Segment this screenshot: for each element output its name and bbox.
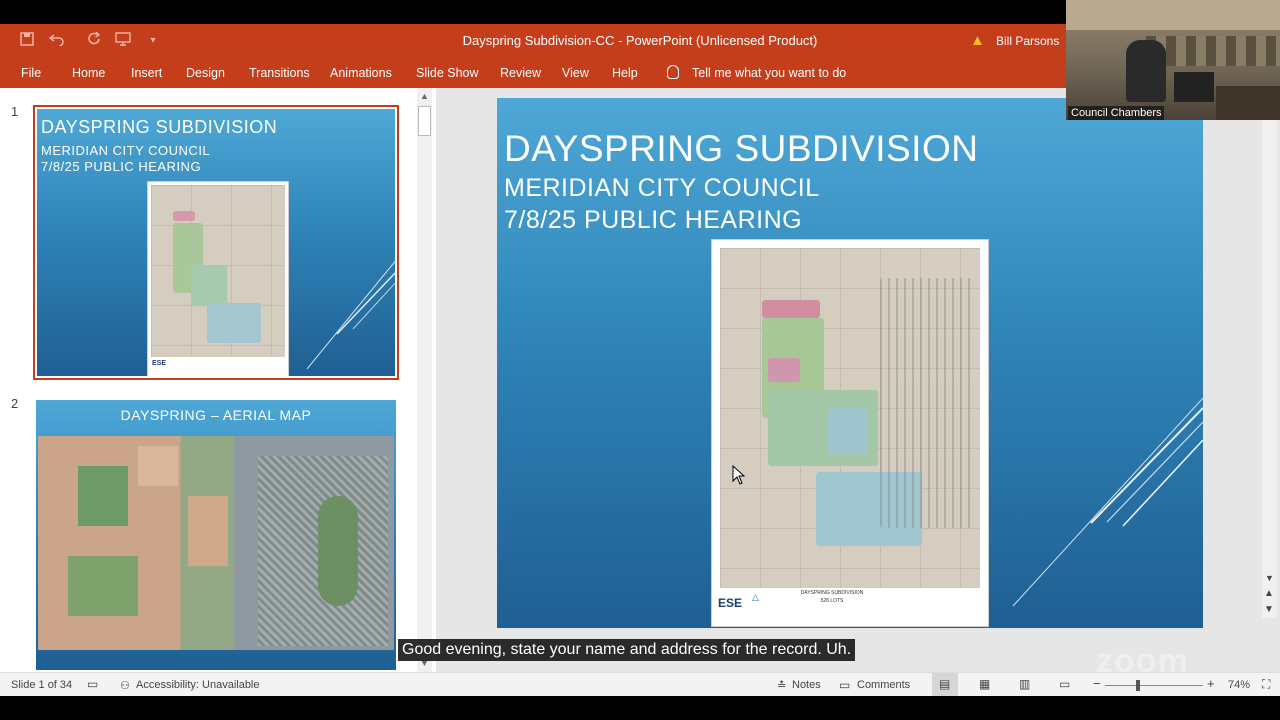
notes-button[interactable]: Notes xyxy=(792,679,821,691)
ribbon-tabs: File Home Insert Design Transitions Anim… xyxy=(0,58,1066,88)
aerial-map-image xyxy=(38,436,394,650)
scroll-up-icon[interactable]: ▲ xyxy=(420,91,429,101)
tab-home[interactable]: Home xyxy=(72,66,105,80)
thumbnail-title: DAYSPRING SUBDIVISION xyxy=(41,117,278,137)
decorative-lines xyxy=(306,260,395,369)
plan-lots: 528 LOTS xyxy=(820,598,844,604)
undo-icon[interactable] xyxy=(48,32,66,50)
notes-icon[interactable]: ≛ xyxy=(777,679,786,692)
slide-subtitle[interactable]: MERIDIAN CITY COUNCIL xyxy=(504,174,820,203)
comments-icon[interactable]: ▭ xyxy=(839,678,850,692)
site-plan-image: ESE xyxy=(147,181,289,376)
tab-view[interactable]: View xyxy=(562,66,589,80)
thumbnail-slide: DAYSPRING SUBDIVISION MERIDIAN CITY COUN… xyxy=(37,109,395,376)
zoom-slider-thumb[interactable] xyxy=(1136,680,1140,691)
tell-me-search[interactable]: Tell me what you want to do xyxy=(692,66,846,80)
slide-editor: DAYSPRING SUBDIVISION MERIDIAN CITY COUN… xyxy=(436,88,1280,672)
warning-icon[interactable]: ▲ xyxy=(970,32,985,49)
tab-insert[interactable]: Insert xyxy=(131,66,162,80)
accessibility-status[interactable]: Accessibility: Unavailable xyxy=(136,679,260,691)
customize-toolbar-icon[interactable]: ▾ xyxy=(144,32,162,50)
scrollbar-thumb[interactable] xyxy=(418,106,431,136)
zoom-in-button[interactable]: + xyxy=(1207,676,1215,691)
lightbulb-icon xyxy=(667,65,679,79)
live-caption: Good evening, state your name and addres… xyxy=(398,639,856,661)
plan-heading: DAYSPRING SUBDIVISION xyxy=(800,590,864,596)
video-label: Council Chambers xyxy=(1068,106,1165,120)
slide-count: Slide 1 of 34 xyxy=(11,679,73,691)
tab-animations[interactable]: Animations xyxy=(330,66,392,80)
thumbnail-subtitle: MERIDIAN CITY COUNCIL xyxy=(41,143,211,158)
slide-sorter-icon[interactable]: ▦ xyxy=(979,677,990,691)
normal-view-icon[interactable]: ▤ xyxy=(939,677,950,691)
thumbnail-number: 2 xyxy=(11,396,19,411)
scroll-down-icon[interactable]: ▼ xyxy=(1265,573,1274,583)
slide-subtitle[interactable]: 7/8/25 PUBLIC HEARING xyxy=(504,206,802,235)
tab-help[interactable]: Help xyxy=(612,66,638,80)
zoom-out-button[interactable]: − xyxy=(1093,676,1101,691)
tab-transitions[interactable]: Transitions xyxy=(249,66,310,80)
fit-slide-icon[interactable]: ⛶ xyxy=(1262,677,1270,692)
presentation-icon[interactable] xyxy=(114,32,132,50)
thumbnail-slide: DAYSPRING – AERIAL MAP xyxy=(36,400,396,670)
redo-icon[interactable] xyxy=(86,31,104,50)
thumbnail-scrollbar[interactable]: ▲ ▼ xyxy=(417,88,432,672)
tab-review[interactable]: Review xyxy=(500,66,541,80)
slide-title[interactable]: DAYSPRING SUBDIVISION xyxy=(504,128,978,170)
slide-thumbnail-pane: 1 DAYSPRING SUBDIVISION MERIDIAN CITY CO… xyxy=(0,88,436,672)
accessibility-icon[interactable]: ⚇ xyxy=(120,679,130,692)
plan-logo: ESE xyxy=(718,596,743,610)
zoom-slider[interactable] xyxy=(1105,685,1203,686)
thumbnail-number: 1 xyxy=(11,104,19,119)
video-feed[interactable] xyxy=(1066,0,1280,120)
comments-button[interactable]: Comments xyxy=(857,679,910,691)
slide-thumbnail-1[interactable]: DAYSPRING SUBDIVISION MERIDIAN CITY COUN… xyxy=(33,105,399,380)
slideshow-view-icon[interactable]: ▭ xyxy=(1059,677,1070,691)
spelling-icon[interactable]: ▭ xyxy=(87,677,98,691)
window-title: Dayspring Subdivision-CC - PowerPoint (U… xyxy=(462,33,818,48)
mouse-pointer-icon xyxy=(732,465,746,485)
editor-scrollbar[interactable]: ▼ ▲ ▼ xyxy=(1262,118,1277,618)
tab-file[interactable]: File xyxy=(21,66,41,80)
zoom-level[interactable]: 74% xyxy=(1228,679,1250,691)
save-icon[interactable] xyxy=(18,32,36,50)
previous-slide-icon[interactable]: ▲ xyxy=(1264,588,1274,599)
next-slide-icon[interactable]: ▼ xyxy=(1264,604,1274,615)
reading-view-icon[interactable]: ▥ xyxy=(1019,677,1030,691)
thumbnail-title: DAYSPRING – AERIAL MAP xyxy=(120,407,312,423)
decorative-lines xyxy=(1012,398,1203,607)
site-plan-image[interactable]: ESE △ DAYSPRING SUBDIVISION 528 LOTS xyxy=(711,239,989,627)
tab-design[interactable]: Design xyxy=(186,66,225,80)
tab-slide-show[interactable]: Slide Show xyxy=(416,66,479,80)
user-name[interactable]: Bill Parsons xyxy=(996,34,1059,48)
plan-logo: ESE xyxy=(152,360,167,367)
plan-logo-icon: △ xyxy=(752,592,759,602)
title-bar: ▾ Dayspring Subdivision-CC - PowerPoint … xyxy=(0,24,1066,58)
slide-thumbnail-2[interactable]: DAYSPRING – AERIAL MAP xyxy=(36,400,396,670)
thumbnail-subtitle: 7/8/25 PUBLIC HEARING xyxy=(41,159,202,174)
current-slide[interactable]: DAYSPRING SUBDIVISION MERIDIAN CITY COUN… xyxy=(497,98,1203,628)
status-bar: Slide 1 of 34 ▭ ⚇ Accessibility: Unavail… xyxy=(0,672,1280,697)
screen-bottom-edge xyxy=(0,696,1280,720)
